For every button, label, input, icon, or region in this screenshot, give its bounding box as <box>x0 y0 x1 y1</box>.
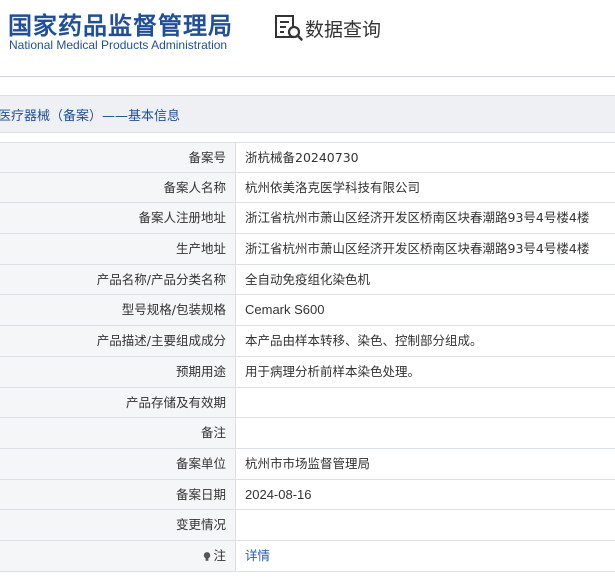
row-label: 备案号 <box>0 143 236 172</box>
table-row: 备注 <box>0 418 615 449</box>
site-header: 国家药品监督管理局 National Medical Products Admi… <box>0 0 615 76</box>
row-value: 杭州市市场监督管理局 <box>245 455 371 471</box>
lightbulb-icon <box>204 552 211 561</box>
row-value: 2024-08-16 <box>245 486 312 502</box>
row-value: 浙江省杭州市萧山区经济开发区桥南区块春潮路93号4号楼4楼 <box>245 210 590 226</box>
document-search-icon <box>275 15 303 41</box>
table-row: 备案号 浙杭械备20240730 <box>0 142 615 173</box>
row-label: 生产地址 <box>0 234 236 264</box>
info-table: 备案号 浙杭械备20240730 备案人名称 杭州依美洛克医学科技有限公司 备案… <box>0 142 615 572</box>
row-label: 预期用途 <box>0 356 236 387</box>
row-label: 型号规格/包装规格 <box>0 295 236 326</box>
table-row: 产品存储及有效期 <box>0 387 615 419</box>
row-label: 备案人名称 <box>0 172 236 203</box>
row-label: 产品存储及有效期 <box>0 387 236 418</box>
row-label: 备案人注册地址 <box>0 203 236 234</box>
row-value: 全自动免疫组化染色机 <box>245 271 371 287</box>
details-link[interactable]: 详情 <box>245 541 270 571</box>
table-row: 注 详情 <box>0 540 615 572</box>
table-row: 生产地址 浙江省杭州市萧山区经济开发区桥南区块春潮路93号4号楼4楼 <box>0 234 615 265</box>
table-row: 变更情况 <box>0 510 615 541</box>
header-divider <box>0 76 615 77</box>
table-row: 备案人名称 杭州依美洛克医学科技有限公司 <box>0 172 615 204</box>
row-value: 浙杭械备20240730 <box>245 150 359 165</box>
org-logo-cn[interactable]: 国家药品监督管理局 <box>8 6 233 41</box>
table-row: 备案日期 2024-08-16 <box>0 479 615 511</box>
row-value: 浙江省杭州市萧山区经济开发区桥南区块春潮路93号4号楼4楼 <box>245 241 590 257</box>
table-row: 产品描述/主要组成成分 本产品由样本转移、染色、控制部分组成。 <box>0 326 615 357</box>
row-label: 备案单位 <box>0 448 236 479</box>
row-label: 备案日期 <box>0 479 236 510</box>
section-title-bar: 医疗器械（备案）——基本信息 <box>0 95 615 133</box>
row-value: Cemark S600 <box>245 302 325 318</box>
row-value: 用于病理分析前样本染色处理。 <box>245 363 421 379</box>
table-row: 型号规格/包装规格 Cemark S600 <box>0 295 615 327</box>
row-value: 杭州依美洛克医学科技有限公司 <box>245 179 421 195</box>
table-row: 预期用途 用于病理分析前样本染色处理。 <box>0 356 615 388</box>
section-title: 医疗器械（备案）——基本信息 <box>0 109 181 124</box>
row-label: 备注 <box>0 418 236 448</box>
page: 国家药品监督管理局 National Medical Products Admi… <box>0 0 615 581</box>
row-label: 变更情况 <box>0 510 236 540</box>
table-row: 产品名称/产品分类名称 全自动免疫组化染色机 <box>0 264 615 296</box>
org-logo-en[interactable]: National Medical Products Administration <box>9 38 227 52</box>
table-row: 备案人注册地址 浙江省杭州市萧山区经济开发区桥南区块春潮路93号4号楼4楼 <box>0 203 615 235</box>
row-label: 产品名称/产品分类名称 <box>0 264 236 295</box>
row-value: 本产品由样本转移、染色、控制部分组成。 <box>245 333 483 349</box>
row-label: 产品描述/主要组成成分 <box>0 326 236 356</box>
table-row: 备案单位 杭州市市场监督管理局 <box>0 448 615 480</box>
row-label-note: 注 <box>0 540 236 571</box>
query-title: 数据查询 <box>305 19 382 41</box>
note-label: 注 <box>213 547 226 563</box>
